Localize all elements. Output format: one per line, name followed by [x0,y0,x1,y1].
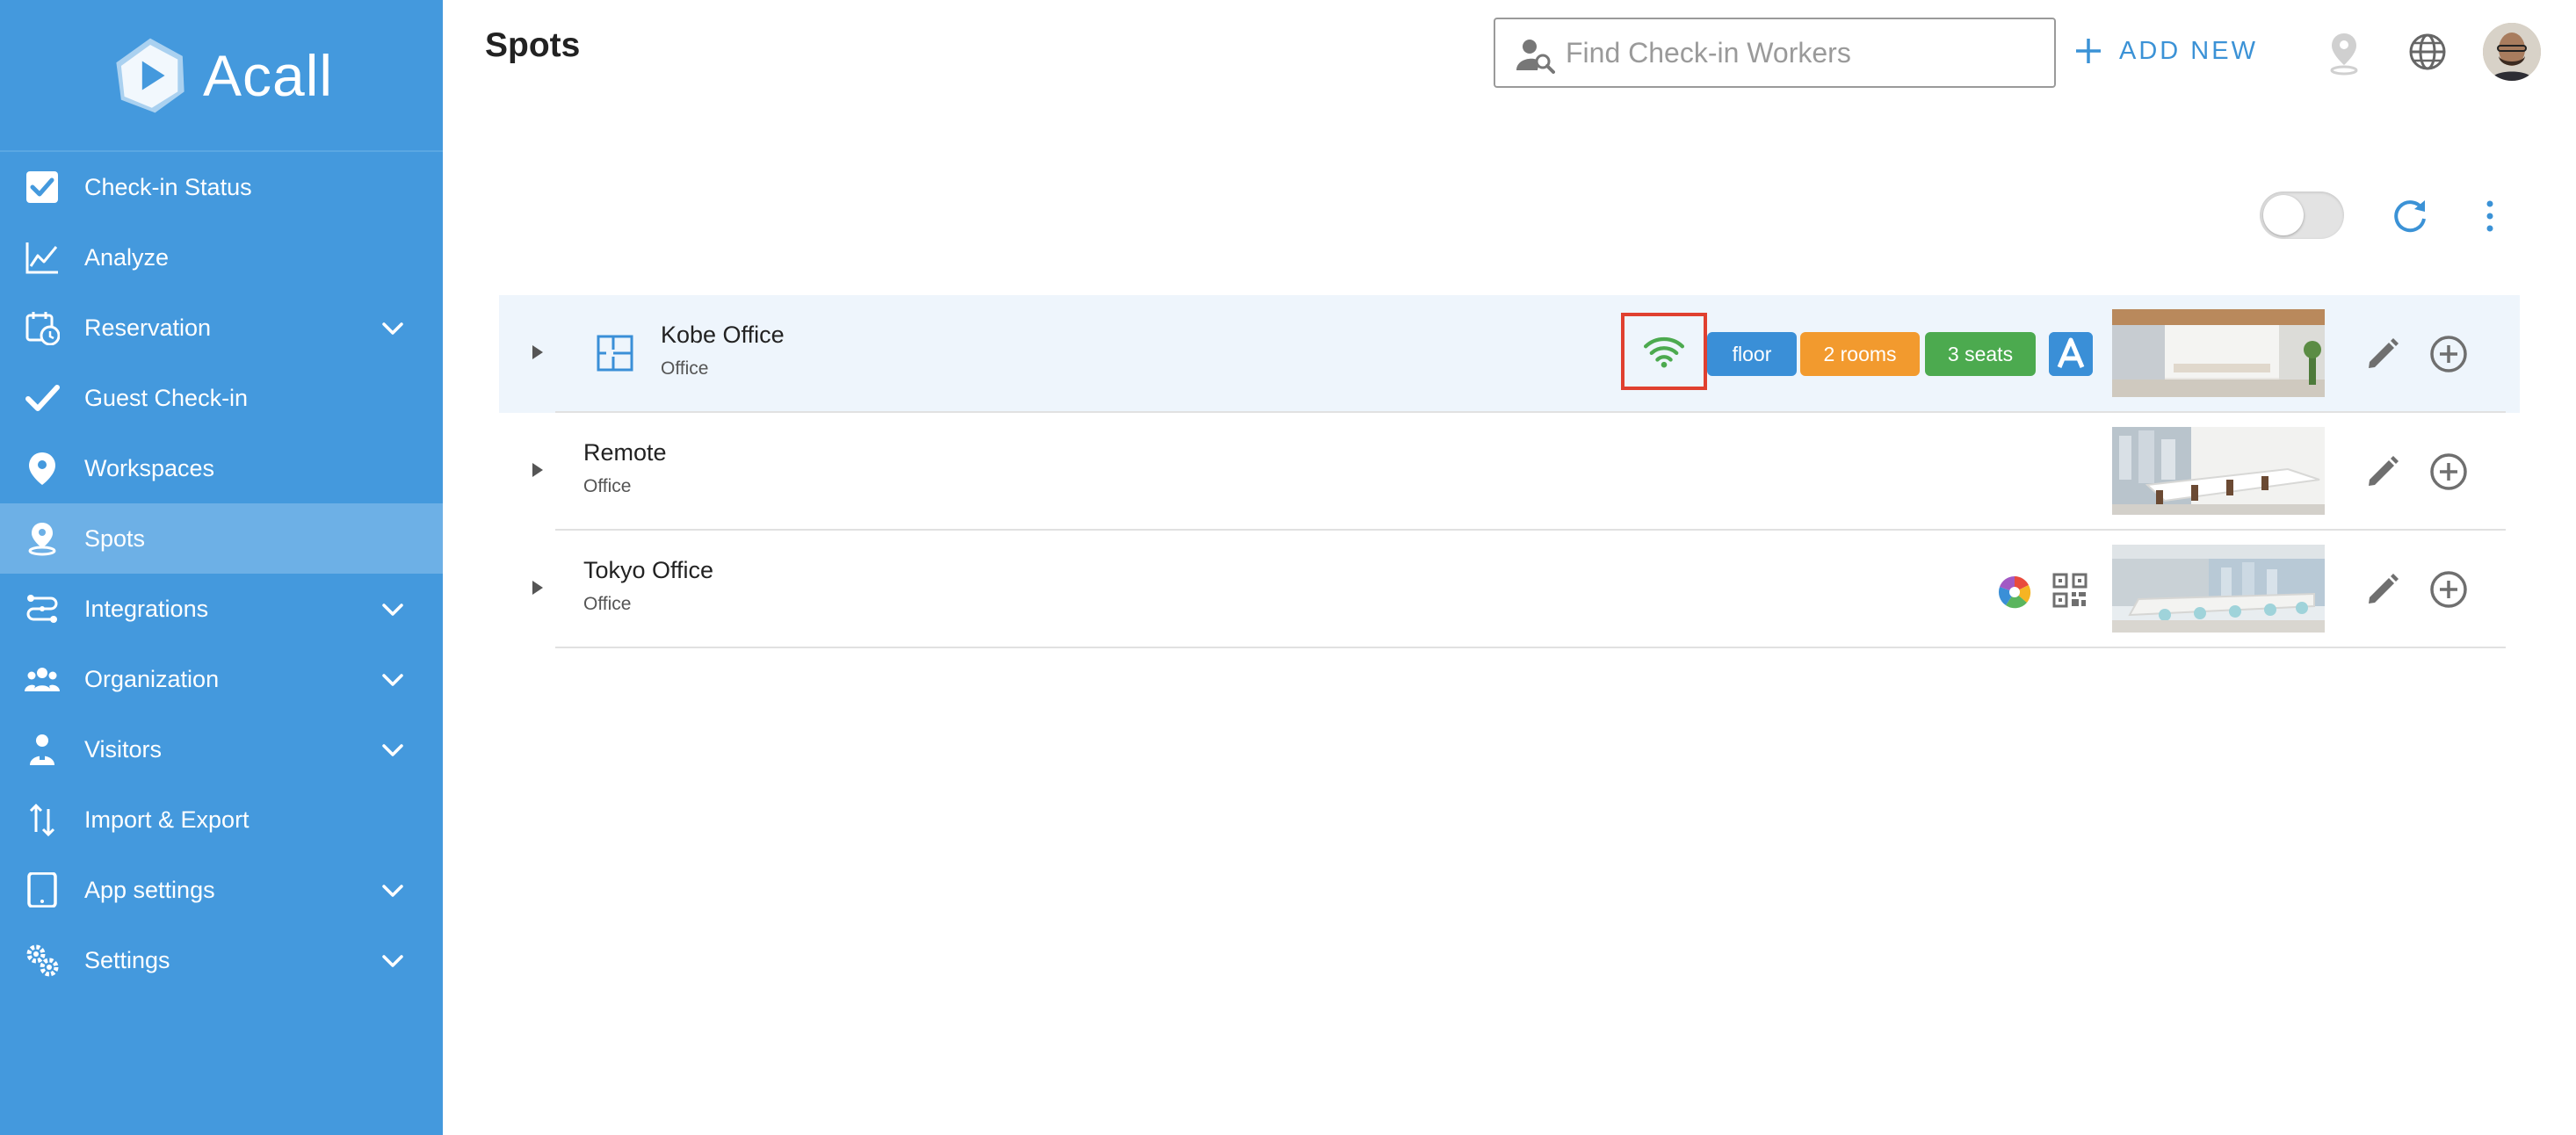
table-row[interactable]: Kobe Office Office floor 2 rooms 3 seats [499,295,2520,413]
sidebar: Acall Check-in Status Analyze Reservatio… [0,0,443,1135]
user-avatar[interactable] [2483,23,2541,81]
line-chart-icon [25,242,58,274]
app: Acall Check-in Status Analyze Reservatio… [0,0,2576,1135]
spot-type: Office [583,476,632,496]
sidebar-item-analyze[interactable]: Analyze [0,222,443,293]
app-a-icon[interactable] [2049,332,2093,376]
chevron-down-icon[interactable] [380,948,406,974]
spot-photo [2112,309,2325,397]
location-pin-icon[interactable] [2326,32,2362,76]
spot-photo [2112,427,2325,515]
more-options-icon[interactable] [2472,199,2507,234]
person-search-icon [1516,40,1555,74]
sidebar-item-reservation[interactable]: Reservation [0,293,443,363]
acall-logo-icon [116,38,185,112]
logo[interactable]: Acall [0,0,443,152]
spot-pin-icon [28,523,56,556]
integration-logo-icon [1998,576,2031,609]
plus-icon [2076,39,2101,63]
search-input[interactable] [1566,19,2040,86]
chevron-down-icon[interactable] [380,596,406,623]
import-export-icon [29,803,55,837]
sidebar-item-guest-check-in[interactable]: Guest Check-in [0,363,443,433]
sidebar-item-check-in-status[interactable]: Check-in Status [0,152,443,222]
map-pin-icon [29,452,55,485]
chevron-down-icon[interactable] [380,878,406,904]
edit-pencil-icon[interactable] [2364,571,2401,608]
toggle-knob [2263,195,2304,235]
spot-photo [2112,545,2325,633]
brand-name: Acall [202,42,334,108]
edit-pencil-icon[interactable] [2364,453,2401,490]
sidebar-item-label: Organization [84,666,220,692]
sidebar-item-import-export[interactable]: Import & Export [0,784,443,855]
sidebar-item-label: Settings [84,947,170,973]
sidebar-item-label: Workspaces [84,455,215,481]
sidebar-item-visitors[interactable]: Visitors [0,714,443,784]
floor-badge[interactable]: floor [1707,332,1797,376]
sidebar-item-label: Spots [84,525,146,552]
edit-pencil-icon[interactable] [2364,336,2401,372]
floor-plan-icon [597,335,633,372]
sidebar-item-label: Reservation [84,314,212,341]
sidebar-item-workspaces[interactable]: Workspaces [0,433,443,503]
visitor-icon [30,734,54,765]
chevron-down-icon[interactable] [380,737,406,763]
table-row[interactable]: Tokyo Office Office [499,531,2520,648]
integrations-icon [26,595,58,623]
sidebar-item-spots[interactable]: Spots [0,503,443,574]
add-circle-icon[interactable] [2428,334,2469,374]
sidebar-nav: Check-in Status Analyze Reservation Gues… [0,152,443,995]
seats-badge[interactable]: 3 seats [1925,332,2036,376]
spot-name: Tokyo Office [583,557,714,583]
people-icon [25,668,60,691]
checkmark-icon [25,385,60,411]
sidebar-item-integrations[interactable]: Integrations [0,574,443,644]
wifi-icon [1643,336,1685,368]
sidebar-item-label: Check-in Status [84,174,252,200]
add-new-button[interactable]: ADD NEW [2073,26,2258,76]
expand-arrow-icon[interactable] [524,339,550,365]
spot-type: Office [661,358,709,379]
gears-icon [26,944,59,977]
sidebar-item-label: Analyze [84,244,170,271]
page-title: Spots [485,26,581,64]
sidebar-item-label: Integrations [84,596,209,622]
wifi-indicator-highlight[interactable] [1621,313,1707,390]
expand-arrow-icon[interactable] [524,575,550,601]
chevron-down-icon[interactable] [380,315,406,342]
spot-name: Kobe Office [661,322,785,348]
refresh-icon[interactable] [2390,195,2430,235]
calendar-clock-icon [25,312,60,345]
avatar-photo-icon [2483,23,2541,81]
globe-icon[interactable] [2407,32,2448,72]
rooms-badge[interactable]: 2 rooms [1800,332,1920,376]
checkbox-icon [26,171,58,203]
sidebar-item-label: Visitors [84,736,163,763]
sidebar-item-label: Import & Export [84,806,250,833]
spot-type: Office [583,594,632,614]
view-toggle[interactable] [2260,192,2344,239]
sidebar-item-label: App settings [84,877,215,903]
sidebar-item-organization[interactable]: Organization [0,644,443,714]
chevron-down-icon[interactable] [380,667,406,693]
spot-name: Remote [583,439,667,466]
add-circle-icon[interactable] [2428,569,2469,610]
sidebar-item-app-settings[interactable]: App settings [0,855,443,925]
sidebar-item-label: Guest Check-in [84,385,249,411]
add-new-label: ADD NEW [2119,36,2258,65]
qr-code-icon[interactable] [2052,573,2088,608]
search-box[interactable] [1494,18,2056,88]
add-circle-icon[interactable] [2428,452,2469,492]
row-divider [555,647,2506,648]
tablet-icon [27,872,57,907]
table-row[interactable]: Remote Office [499,413,2520,531]
sidebar-item-settings[interactable]: Settings [0,925,443,995]
expand-arrow-icon[interactable] [524,457,550,483]
